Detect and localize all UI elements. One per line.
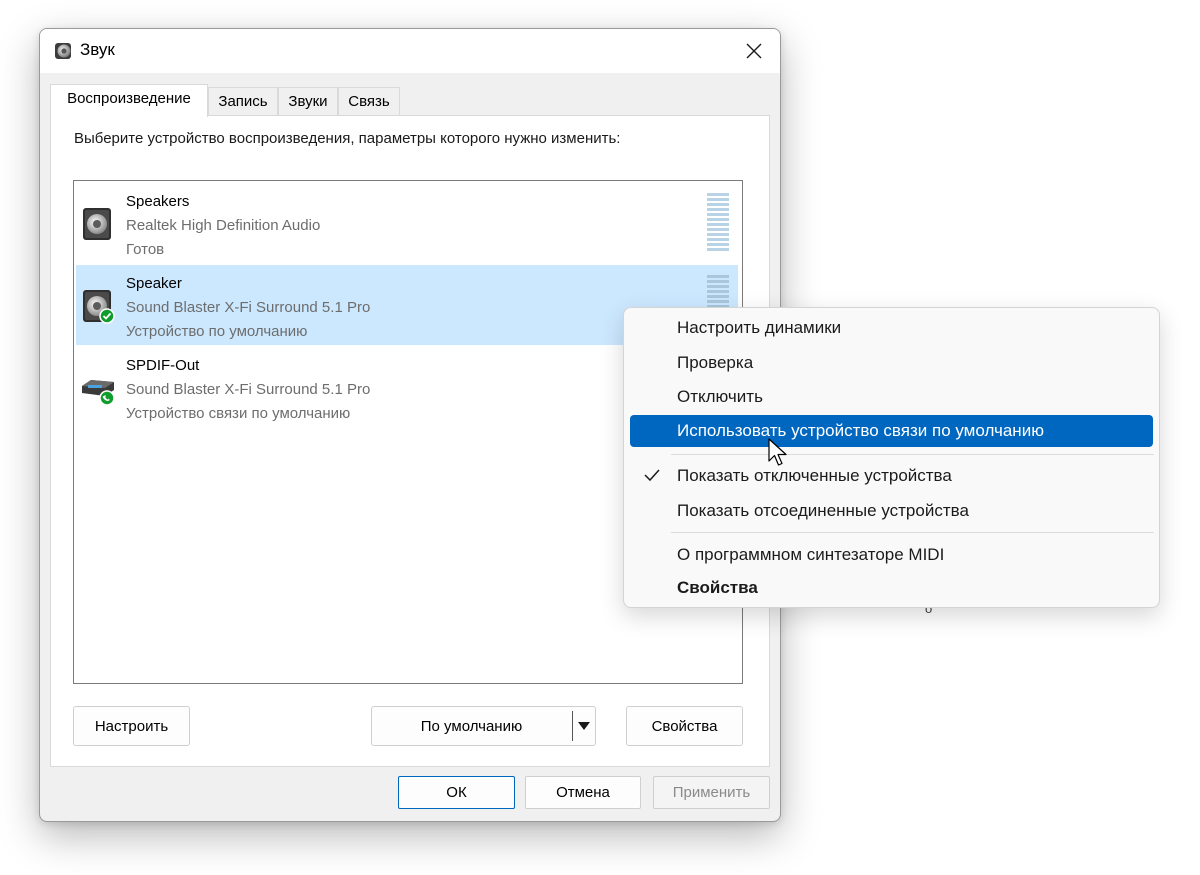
context-menu: Настроить динамики Проверка Отключить Ис…: [623, 307, 1160, 608]
title-bar[interactable]: Звук: [40, 29, 780, 73]
device-item-speakers[interactable]: Speakers Realtek High Definition Audio Г…: [76, 183, 738, 263]
set-default-label: По умолчанию: [420, 717, 523, 735]
window-title: Звук: [80, 40, 115, 59]
menu-item-label: Настроить динамики: [677, 318, 842, 337]
device-status: Устройство связи по умолчанию: [126, 405, 351, 422]
menu-item-label: О программном синтезаторе MIDI: [677, 545, 945, 564]
menu-item-configure-speakers[interactable]: Настроить динамики: [630, 311, 1153, 345]
device-name: Speakers: [126, 193, 190, 210]
instruction-text: Выберите устройство воспроизведения, пар…: [74, 130, 621, 147]
tab-sounds[interactable]: Звуки: [278, 87, 338, 115]
menu-separator: [671, 532, 1154, 533]
menu-item-show-disabled[interactable]: Показать отключенные устройства: [630, 459, 1153, 493]
split-divider: [572, 711, 573, 741]
volume-meter: [707, 193, 729, 251]
dropdown-arrow-icon[interactable]: [576, 720, 592, 732]
device-status: Устройство по умолчанию: [126, 323, 308, 340]
tab-recording[interactable]: Запись: [208, 87, 278, 115]
menu-item-label: Использовать устройство связи по умолчан…: [677, 421, 1044, 440]
speaker-default-icon: [83, 290, 115, 324]
menu-item-midi-about[interactable]: О программном синтезаторе MIDI: [630, 538, 1153, 572]
device-name: Speaker: [126, 275, 182, 292]
speaker-icon: [83, 208, 111, 240]
menu-item-label: Показать отсоединенные устройства: [677, 501, 969, 520]
tab-playback[interactable]: Воспроизведение: [50, 84, 208, 117]
speaker-app-icon: [55, 43, 71, 59]
close-icon: [746, 43, 762, 59]
menu-item-label: Показать отключенные устройства: [677, 466, 952, 485]
tab-communications[interactable]: Связь: [338, 87, 400, 115]
menu-item-label: Проверка: [677, 353, 754, 372]
close-button[interactable]: [728, 29, 780, 73]
tab-strip: Воспроизведение Запись Звуки Связь: [50, 84, 770, 117]
spdif-comm-default-icon: [82, 380, 115, 406]
menu-item-label: Отключить: [677, 387, 763, 406]
properties-button[interactable]: Свойства: [626, 706, 743, 746]
cancel-button[interactable]: Отмена: [525, 776, 641, 809]
checkmark-icon: [644, 469, 660, 482]
device-driver: Realtek High Definition Audio: [126, 217, 321, 234]
menu-item-disable[interactable]: Отключить: [630, 380, 1153, 414]
device-driver: Sound Blaster X-Fi Surround 5.1 Pro: [126, 299, 371, 316]
menu-item-show-disconnected[interactable]: Показать отсоединенные устройства: [630, 494, 1153, 528]
menu-separator: [671, 454, 1154, 455]
menu-item-properties[interactable]: Свойства: [630, 573, 1153, 603]
menu-item-test[interactable]: Проверка: [630, 346, 1153, 380]
mouse-cursor-icon: [768, 438, 787, 466]
set-default-button[interactable]: По умолчанию: [371, 706, 596, 746]
menu-item-label: Свойства: [677, 578, 758, 597]
device-driver: Sound Blaster X-Fi Surround 5.1 Pro: [126, 381, 371, 398]
device-name: SPDIF-Out: [126, 357, 200, 374]
ok-button[interactable]: ОК: [398, 776, 515, 809]
configure-button[interactable]: Настроить: [73, 706, 190, 746]
device-status: Готов: [126, 241, 165, 258]
apply-button[interactable]: Применить: [653, 776, 770, 809]
menu-item-set-default-comm[interactable]: Использовать устройство связи по умолчан…: [630, 415, 1153, 447]
